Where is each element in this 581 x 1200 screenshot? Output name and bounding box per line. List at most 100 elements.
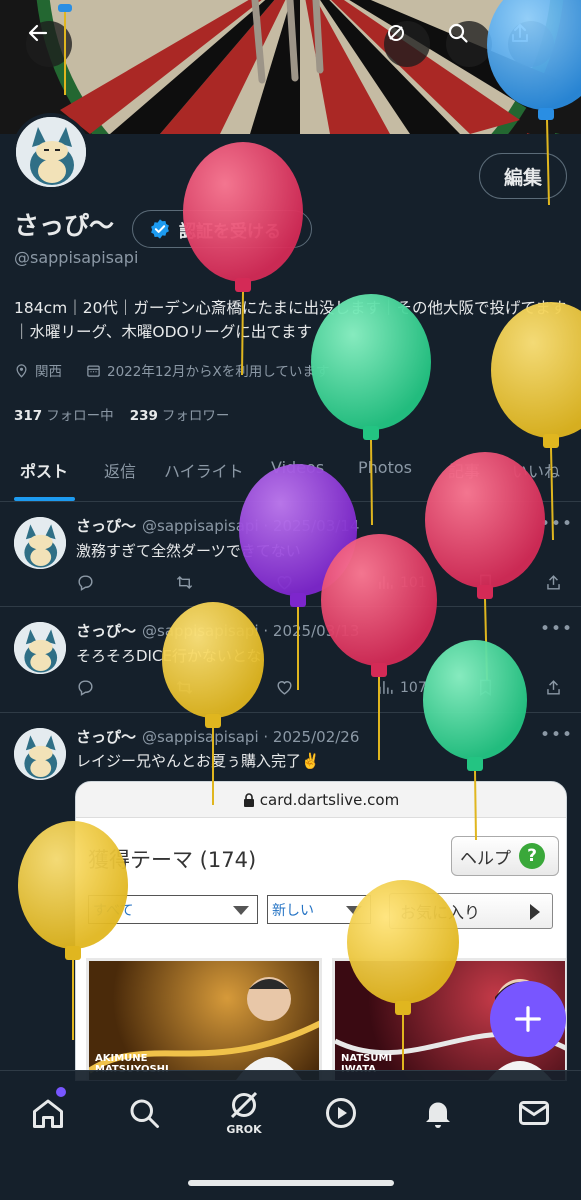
display-name: さっぴ〜 bbox=[14, 211, 115, 240]
post-author-name[interactable]: さっぴ〜 bbox=[76, 517, 136, 535]
home-icon bbox=[33, 1099, 63, 1128]
embed-favorites-button: お気に入り bbox=[389, 893, 553, 929]
home-indicator bbox=[188, 1180, 394, 1186]
more-options-button[interactable]: ••• bbox=[540, 514, 573, 534]
tab-videos[interactable]: Videos bbox=[271, 458, 324, 477]
hide-button[interactable] bbox=[384, 21, 430, 67]
heart-icon bbox=[277, 576, 292, 590]
embed-filter-all: すべて bbox=[88, 895, 258, 924]
tab-highlights[interactable]: ハイライト bbox=[164, 458, 244, 482]
search-button[interactable] bbox=[446, 21, 492, 67]
tab-posts[interactable]: ポスト bbox=[20, 458, 68, 482]
post-author-name[interactable]: さっぴ〜 bbox=[76, 728, 136, 746]
plus-icon bbox=[515, 1006, 541, 1032]
eye-slash-icon bbox=[388, 25, 404, 41]
chevron-down-icon bbox=[233, 906, 249, 915]
profile-banner bbox=[0, 0, 581, 134]
profile-avatar[interactable] bbox=[12, 113, 90, 191]
nav-grok-label: GROK bbox=[226, 1123, 262, 1136]
tab-replies[interactable]: 返信 bbox=[104, 458, 136, 482]
profile-location: 関西 bbox=[35, 364, 62, 380]
location-pin-icon bbox=[16, 363, 27, 378]
repost-button[interactable] bbox=[175, 678, 194, 697]
post-meta: @sappisapisapi · 2025/03/13 bbox=[142, 622, 360, 640]
get-verified-button[interactable]: 認証を受ける bbox=[132, 210, 312, 248]
post-header: さっぴ〜 @sappisapisapi · 2025/02/26 bbox=[76, 726, 359, 747]
views-count: 107 bbox=[400, 679, 427, 696]
active-tab-indicator bbox=[14, 497, 75, 501]
post-item[interactable]: さっぴ〜 @sappisapisapi · 2025/03/13 ••• そろそろ… bbox=[0, 607, 581, 713]
reply-button[interactable] bbox=[76, 678, 95, 697]
like-button[interactable] bbox=[275, 573, 294, 592]
nav-video[interactable] bbox=[319, 1091, 363, 1135]
more-options-button[interactable]: ••• bbox=[540, 619, 573, 639]
munchlax-avatar-image bbox=[14, 622, 66, 674]
views-count: 101 bbox=[400, 574, 427, 591]
back-button[interactable] bbox=[26, 21, 72, 67]
search-icon bbox=[448, 23, 468, 43]
repost-button[interactable] bbox=[175, 573, 194, 592]
reply-button[interactable] bbox=[76, 573, 95, 592]
share-icon bbox=[547, 680, 560, 695]
repost-icon bbox=[176, 575, 193, 590]
post-item[interactable]: さっぴ〜 @sappisapisapi · 2025/03/14 ••• 激務すぎ… bbox=[0, 502, 581, 607]
mail-icon bbox=[519, 1101, 549, 1125]
munchlax-avatar-image bbox=[14, 517, 66, 569]
grok-icon bbox=[230, 1091, 258, 1119]
post-avatar[interactable] bbox=[14, 517, 66, 569]
post-author-name[interactable]: さっぴ〜 bbox=[76, 622, 136, 640]
embed-theme-title: 獲得テーマ (174) bbox=[88, 848, 257, 872]
like-button[interactable] bbox=[275, 678, 294, 697]
profile-joined: 2022年12月からXを利用しています bbox=[107, 364, 330, 380]
embed-favorites-label: お気に入り bbox=[400, 903, 481, 922]
profile-meta: 関西 2022年12月からXを利用しています bbox=[14, 360, 329, 380]
repost-icon bbox=[176, 680, 193, 695]
post-meta: @sappisapisapi · 2025/02/26 bbox=[142, 728, 360, 746]
views-button[interactable]: 101 bbox=[376, 573, 427, 592]
tab-articles[interactable]: 記事 bbox=[448, 458, 480, 482]
post-avatar[interactable] bbox=[14, 728, 66, 780]
embed-filter-all-label: すべて bbox=[93, 902, 134, 919]
profile-handle: @sappisapisapi bbox=[14, 248, 139, 267]
post-actions: 107 bbox=[76, 678, 566, 702]
share-post-button[interactable] bbox=[544, 678, 563, 697]
compose-button[interactable] bbox=[490, 981, 566, 1057]
embed-help-label: ヘルプ bbox=[460, 848, 511, 869]
theme-card-1: AKIMUNEMATSUYOSHI bbox=[86, 958, 322, 1080]
play-circle-icon bbox=[326, 1098, 356, 1128]
post-avatar[interactable] bbox=[14, 622, 66, 674]
followers-link[interactable]: 239 フォロワー bbox=[130, 404, 230, 424]
tab-photos[interactable]: Photos bbox=[358, 458, 412, 477]
tab-likes[interactable]: いいね bbox=[512, 458, 560, 482]
post-text: そろそろDICE行かないとな bbox=[76, 647, 262, 665]
bookmark-button[interactable] bbox=[476, 678, 495, 697]
share-button[interactable] bbox=[508, 21, 554, 67]
bookmark-icon bbox=[480, 679, 491, 696]
nav-grok[interactable] bbox=[222, 1083, 266, 1127]
chevron-right-icon bbox=[530, 904, 540, 920]
following-label: フォロー中 bbox=[46, 408, 114, 424]
nav-search[interactable] bbox=[122, 1091, 166, 1135]
nav-messages[interactable] bbox=[512, 1091, 556, 1135]
views-button[interactable]: 107 bbox=[376, 678, 427, 697]
followers-label: フォロワー bbox=[161, 408, 230, 424]
followers-count: 239 bbox=[129, 408, 158, 424]
post-header: さっぴ〜 @sappisapisapi · 2025/03/13 bbox=[76, 620, 359, 641]
following-count: 317 bbox=[14, 408, 43, 424]
post-meta: @sappisapisapi · 2025/03/14 bbox=[142, 517, 360, 535]
profile-tabs: ポスト 返信 ハイライト Videos Photos 記事 いいね bbox=[0, 440, 581, 502]
edit-profile-button[interactable]: 編集 bbox=[479, 153, 567, 199]
more-options-button[interactable]: ••• bbox=[540, 725, 573, 745]
embed-url-text: card.dartslive.com bbox=[259, 790, 400, 809]
share-post-button[interactable] bbox=[544, 573, 563, 592]
bookmark-button[interactable] bbox=[476, 573, 495, 592]
reply-icon bbox=[78, 680, 93, 696]
munchlax-avatar-image bbox=[14, 728, 66, 780]
profile-bio: 184cm｜20代｜ガーデン心斎橋にたまに出没します｜その他大阪で投げてます｜水… bbox=[14, 299, 567, 341]
views-icon bbox=[379, 576, 393, 589]
nav-home[interactable] bbox=[26, 1087, 70, 1135]
get-verified-label: 認証を受ける bbox=[179, 221, 281, 242]
following-link[interactable]: 317 フォロー中 bbox=[14, 404, 114, 424]
nav-notifications[interactable] bbox=[416, 1091, 460, 1135]
verified-badge-icon bbox=[151, 219, 169, 239]
